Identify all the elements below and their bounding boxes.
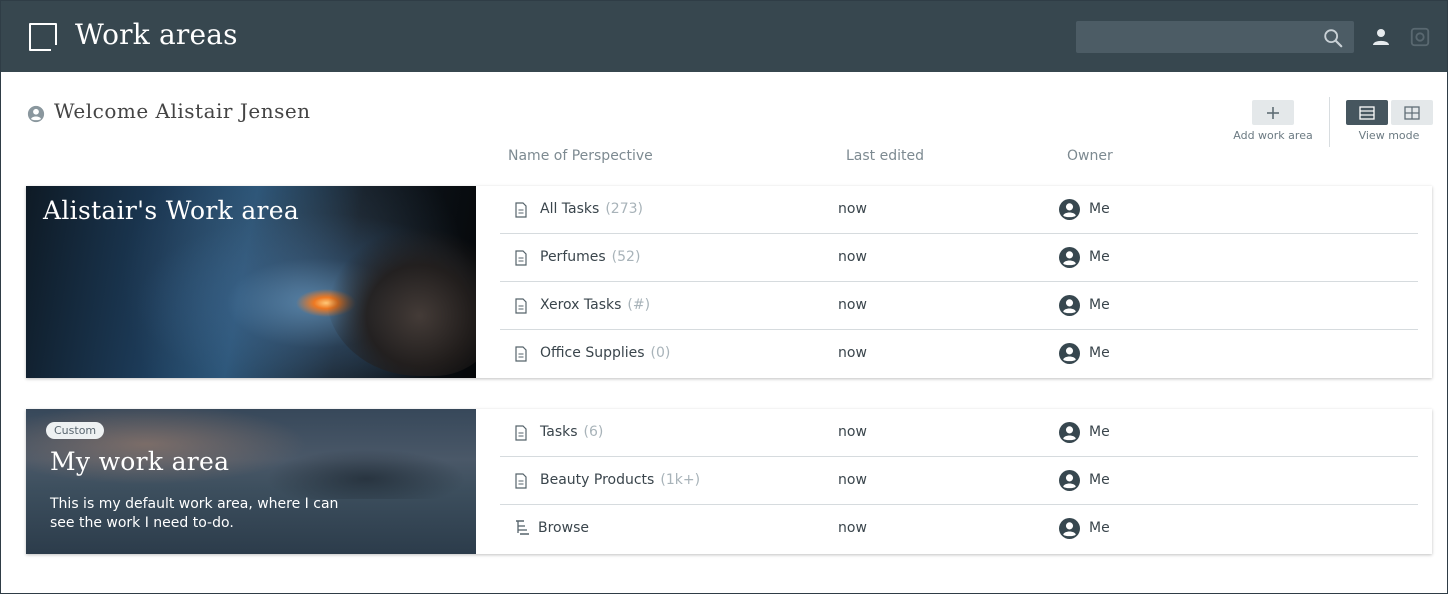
perspective-name: Beauty Products (1k+): [540, 472, 700, 488]
account-circle-icon: [1059, 422, 1080, 443]
perspective-list: All Tasks (273) now Me Perfumes (52) now M…: [500, 186, 1418, 378]
work-area-card: Custom My work area This is my default w…: [26, 409, 1432, 554]
view-mode-list-button[interactable]: [1346, 100, 1388, 125]
perspective-name: All Tasks (273): [540, 201, 643, 217]
banner-image: [266, 449, 466, 499]
account-circle-icon: [1059, 295, 1080, 316]
plus-icon: [1267, 106, 1279, 119]
column-header-name[interactable]: Name of Perspective: [508, 148, 653, 164]
last-edited: now: [838, 345, 867, 361]
gear-icon[interactable]: [1409, 26, 1431, 48]
work-area-title: My work area: [50, 447, 230, 476]
owner-name: Me: [1089, 520, 1110, 536]
document-icon: [515, 346, 527, 362]
add-work-area-button[interactable]: [1252, 100, 1294, 125]
perspective-count: (52): [611, 249, 641, 265]
app-header: Work areas: [1, 1, 1447, 72]
list-view-icon: [1359, 105, 1375, 120]
perspective-list: Tasks (6) now Me Beauty Products (1k+) now…: [500, 409, 1418, 553]
work-area-title: Alistair's Work area: [43, 196, 300, 225]
perspective-row[interactable]: Office Supplies (0) now Me: [500, 330, 1418, 378]
perspective-row[interactable]: Perfumes (52) now Me: [500, 234, 1418, 282]
column-header-owner[interactable]: Owner: [1067, 148, 1113, 164]
column-header-edited[interactable]: Last edited: [846, 148, 924, 164]
account-circle-icon: [1059, 470, 1080, 491]
search-icon[interactable]: [1322, 27, 1344, 49]
perspective-name: Browse: [538, 520, 589, 536]
work-area-description: This is my default work area, where I ca…: [50, 496, 339, 531]
work-area-banner[interactable]: Custom My work area This is my default w…: [26, 409, 476, 554]
owner-name: Me: [1089, 297, 1110, 313]
logo-icon: [29, 23, 58, 52]
perspective-row[interactable]: Xerox Tasks (#) now Me: [500, 282, 1418, 330]
work-area-card: Alistair's Work area All Tasks (273) now …: [26, 186, 1432, 378]
owner-name: Me: [1089, 201, 1110, 217]
last-edited: now: [838, 424, 867, 440]
document-icon: [515, 473, 527, 489]
owner-name: Me: [1089, 249, 1110, 265]
last-edited: now: [838, 472, 867, 488]
perspective-row[interactable]: All Tasks (273) now Me: [500, 186, 1418, 234]
toolbar-divider: [1329, 97, 1330, 147]
account-circle-icon: [1059, 343, 1080, 364]
last-edited: now: [838, 249, 867, 265]
search-input[interactable]: [1076, 21, 1354, 53]
document-icon: [515, 425, 527, 441]
owner-name: Me: [1089, 472, 1110, 488]
perspective-row[interactable]: Browse now Me: [500, 505, 1418, 553]
account-circle-icon: [1059, 518, 1080, 539]
custom-badge: Custom: [46, 422, 105, 439]
last-edited: now: [838, 201, 867, 217]
user-icon[interactable]: [1371, 27, 1391, 47]
view-mode-label: View mode: [1358, 129, 1420, 142]
owner-name: Me: [1089, 424, 1110, 440]
document-icon: [515, 202, 527, 218]
last-edited: now: [838, 520, 867, 536]
browse-icon: [516, 520, 529, 535]
perspective-name: Office Supplies (0): [540, 345, 670, 361]
document-icon: [515, 298, 527, 314]
perspective-label: All Tasks: [540, 201, 600, 217]
view-mode-grid-button[interactable]: [1391, 100, 1433, 125]
account-circle-icon: [1059, 247, 1080, 268]
perspective-row[interactable]: Beauty Products (1k+) now Me: [500, 457, 1418, 505]
perspective-count: (1k+): [660, 472, 701, 488]
perspective-label: Browse: [538, 520, 589, 536]
grid-view-icon: [1404, 105, 1420, 120]
perspective-name: Tasks (6): [540, 424, 603, 440]
page-title: Work areas: [75, 18, 238, 51]
perspective-count: (273): [605, 201, 643, 217]
perspective-label: Office Supplies: [540, 345, 645, 361]
last-edited: now: [838, 297, 867, 313]
perspective-row[interactable]: Tasks (6) now Me: [500, 409, 1418, 457]
perspective-count: (6): [583, 424, 604, 440]
document-icon: [515, 250, 527, 266]
account-circle-icon: [1059, 199, 1080, 220]
perspective-name: Xerox Tasks (#): [540, 297, 650, 313]
perspective-count: (#): [627, 297, 651, 313]
perspective-label: Tasks: [540, 424, 578, 440]
perspective-label: Perfumes: [540, 249, 606, 265]
perspective-label: Xerox Tasks: [540, 297, 622, 313]
banner-image: [326, 226, 476, 376]
work-area-banner[interactable]: Alistair's Work area: [26, 186, 476, 378]
owner-name: Me: [1089, 345, 1110, 361]
perspective-name: Perfumes (52): [540, 249, 640, 265]
add-work-area-label: Add work area: [1233, 129, 1313, 142]
perspective-label: Beauty Products: [540, 472, 655, 488]
welcome-heading: Welcome Alistair Jensen: [54, 99, 311, 123]
perspective-count: (0): [650, 345, 671, 361]
account-circle-icon: [27, 105, 45, 123]
